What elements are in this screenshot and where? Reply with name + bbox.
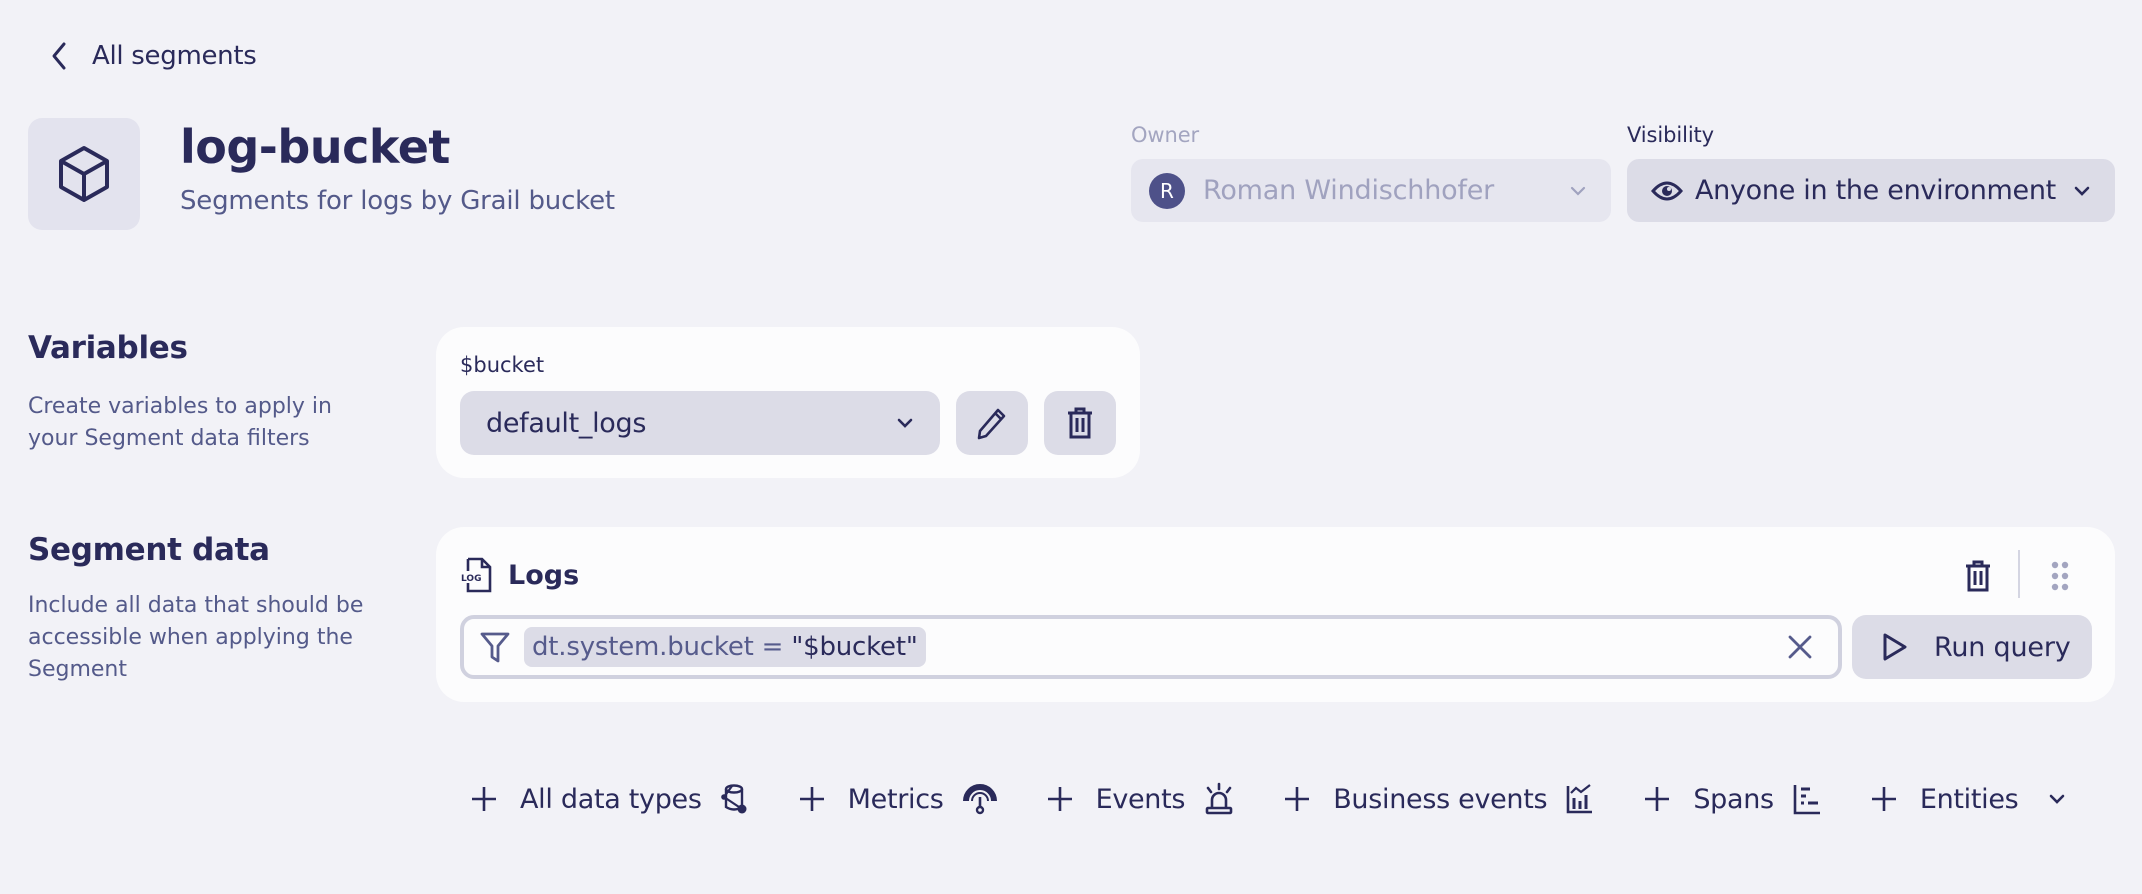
add-button-label: Business events bbox=[1333, 783, 1548, 815]
owner-value: Roman Windischhofer bbox=[1203, 175, 1495, 206]
spans-icon bbox=[1792, 783, 1822, 815]
chevron-down-icon bbox=[2048, 793, 2066, 805]
plus-icon bbox=[1870, 785, 1898, 813]
metrics-gauge-icon bbox=[962, 783, 998, 815]
trash-icon bbox=[1065, 406, 1095, 440]
avatar: R bbox=[1149, 172, 1185, 209]
segment-data-title: Segment data bbox=[28, 532, 270, 568]
events-alarm-icon bbox=[1203, 782, 1235, 816]
logs-block-label: Logs bbox=[508, 559, 580, 591]
trash-icon bbox=[1963, 559, 1993, 593]
add-button-label: Entities bbox=[1919, 783, 2019, 815]
divider bbox=[2018, 550, 2020, 598]
filter-token-key: dt.system.bucket = bbox=[532, 632, 792, 662]
run-query-button[interactable]: Run query bbox=[1852, 615, 2092, 679]
plus-icon bbox=[1283, 785, 1311, 813]
filter-input[interactable]: dt.system.bucket = "$bucket" bbox=[460, 615, 1842, 679]
visibility-select[interactable]: Anyone in the environment bbox=[1627, 159, 2115, 222]
logs-block-header: LOG Logs bbox=[460, 555, 579, 595]
segment-icon-box bbox=[28, 118, 140, 230]
drag-handle-icon[interactable] bbox=[2048, 558, 2072, 594]
add-button-label: Spans bbox=[1693, 783, 1774, 815]
segment-subtitle: Segments for logs by Grail bucket bbox=[180, 186, 615, 216]
plus-icon bbox=[1046, 785, 1074, 813]
edit-variable-button[interactable] bbox=[956, 391, 1028, 455]
plus-icon bbox=[470, 785, 498, 813]
cube-icon bbox=[57, 144, 111, 204]
visibility-label: Visibility bbox=[1627, 123, 1715, 147]
variables-description: Create variables to apply in your Segmen… bbox=[28, 394, 332, 451]
run-query-label: Run query bbox=[1934, 631, 2071, 663]
svg-text:LOG: LOG bbox=[461, 574, 481, 584]
plus-icon bbox=[798, 785, 826, 813]
filter-token-value: "$bucket" bbox=[791, 632, 918, 662]
filter-token[interactable]: dt.system.bucket = "$bucket" bbox=[524, 627, 926, 667]
add-spans-button[interactable]: Spans bbox=[1643, 778, 1822, 820]
all-data-types-icon bbox=[720, 783, 750, 815]
owner-label: Owner bbox=[1131, 123, 1200, 147]
delete-block-button[interactable] bbox=[1958, 556, 1998, 596]
play-icon bbox=[1882, 632, 1908, 662]
delete-variable-button[interactable] bbox=[1044, 391, 1116, 455]
add-button-label: All data types bbox=[520, 783, 702, 815]
add-data-type-bar: All data types Metrics Events Business e… bbox=[470, 778, 2114, 820]
add-button-label: Metrics bbox=[847, 783, 944, 815]
chevron-down-icon bbox=[2073, 185, 2091, 197]
add-all-data-types-button[interactable]: All data types bbox=[470, 778, 750, 820]
log-file-icon: LOG bbox=[460, 557, 494, 593]
business-events-chart-icon bbox=[1565, 783, 1595, 815]
chevron-down-icon bbox=[1569, 185, 1587, 197]
chevron-down-icon bbox=[896, 417, 914, 429]
variables-title: Variables bbox=[28, 330, 188, 366]
back-link-label: All segments bbox=[92, 41, 257, 71]
add-business-events-button[interactable]: Business events bbox=[1283, 778, 1595, 820]
back-to-all-segments-link[interactable]: All segments bbox=[50, 36, 257, 76]
eye-icon bbox=[1651, 177, 1683, 205]
variable-value: default_logs bbox=[486, 407, 647, 439]
add-entities-button[interactable]: Entities bbox=[1870, 778, 2067, 820]
chevron-left-icon bbox=[50, 41, 68, 71]
add-button-label: Events bbox=[1095, 783, 1186, 815]
variable-value-select[interactable]: default_logs bbox=[460, 391, 940, 455]
pencil-icon bbox=[976, 406, 1008, 440]
visibility-value: Anyone in the environment bbox=[1695, 175, 2056, 206]
filter-funnel-icon bbox=[480, 631, 510, 663]
variable-name: $bucket bbox=[460, 353, 545, 377]
add-metrics-button[interactable]: Metrics bbox=[798, 778, 998, 820]
clear-filter-button[interactable] bbox=[1780, 627, 1820, 667]
plus-icon bbox=[1643, 785, 1671, 813]
segment-title: log-bucket bbox=[180, 120, 450, 174]
add-events-button[interactable]: Events bbox=[1046, 778, 1236, 820]
segment-data-description: Include all data that should be accessib… bbox=[28, 593, 364, 682]
owner-select[interactable]: R Roman Windischhofer bbox=[1131, 159, 1611, 222]
